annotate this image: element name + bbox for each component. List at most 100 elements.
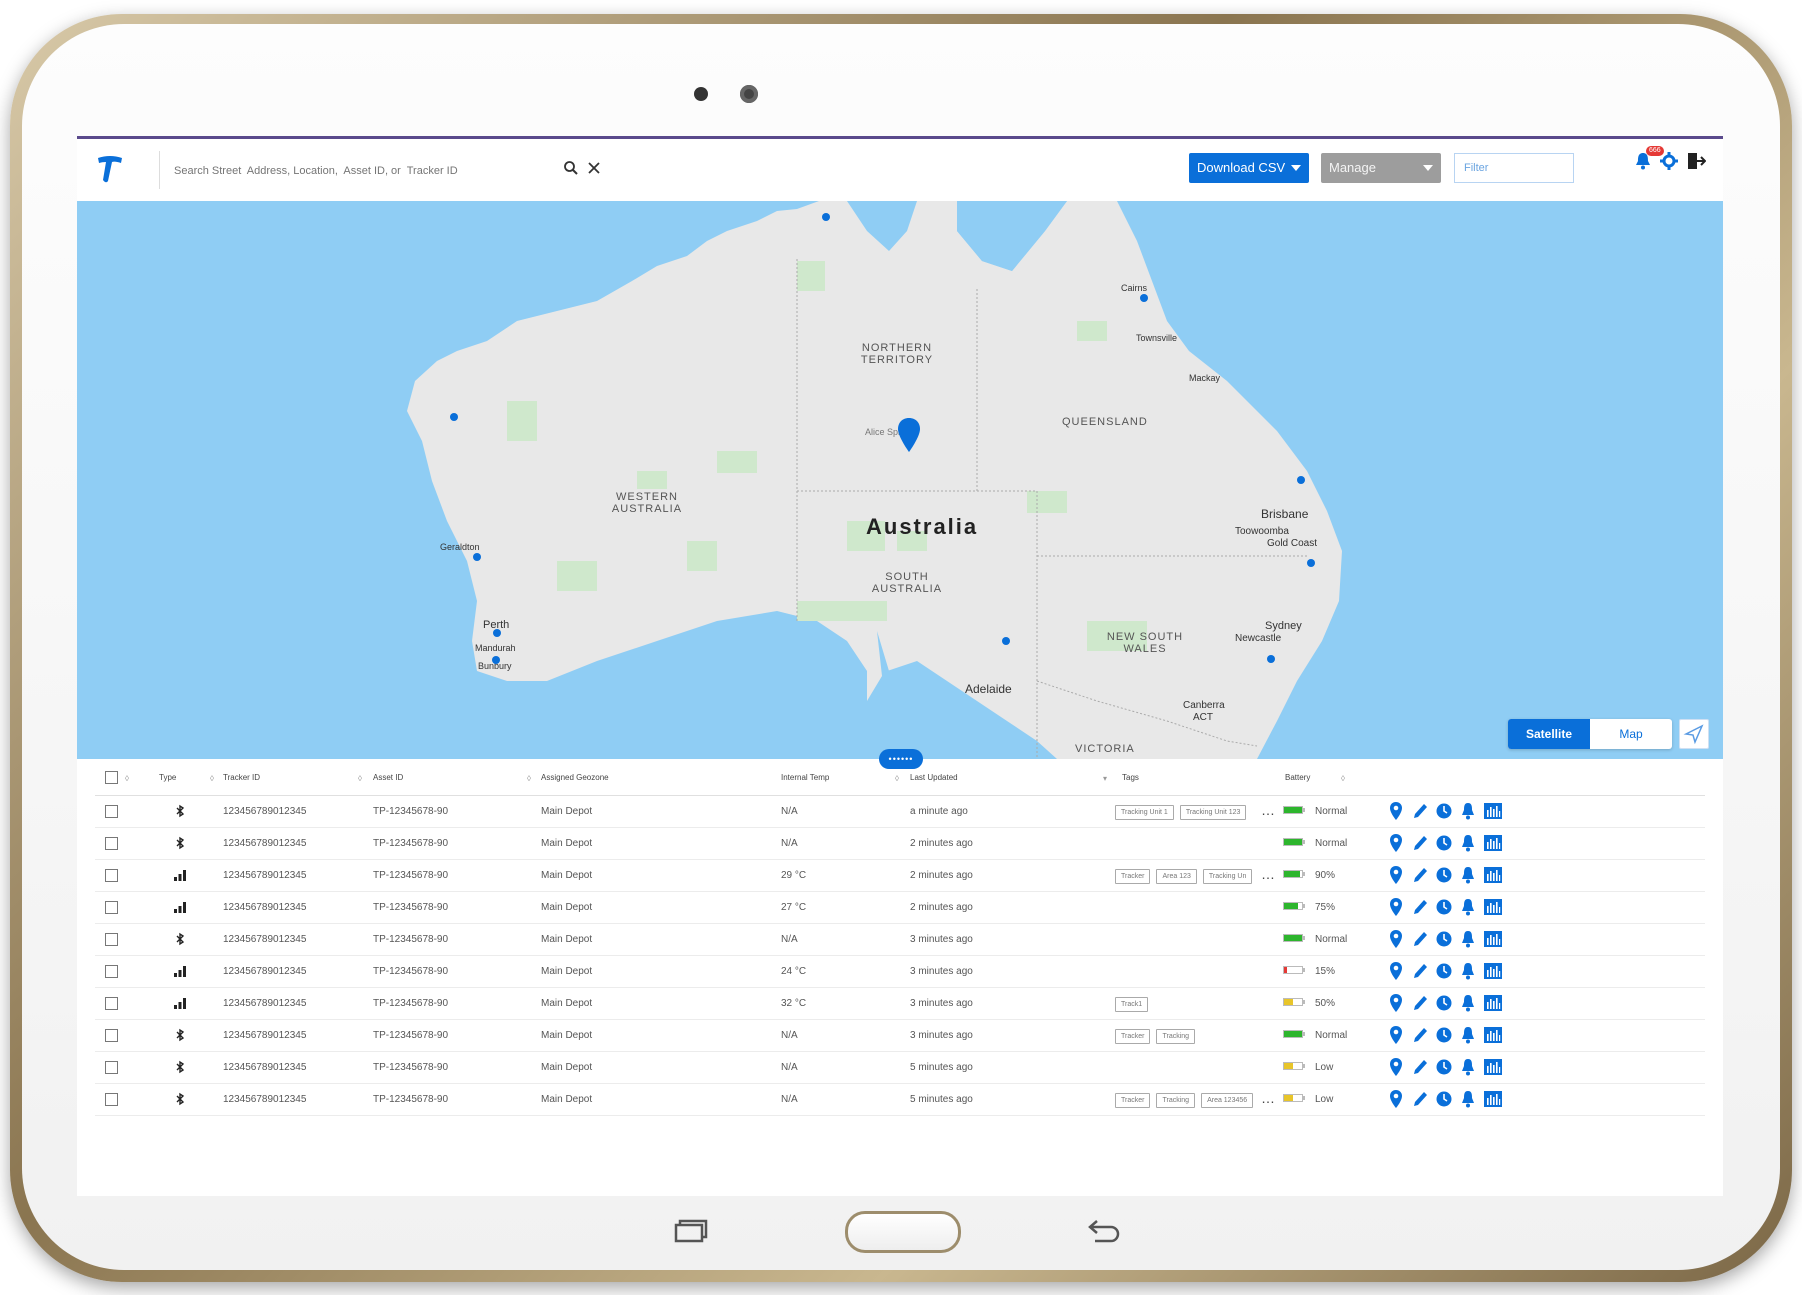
location-pin-icon[interactable] (1387, 993, 1407, 1013)
alert-bell-icon[interactable] (1459, 961, 1479, 981)
history-clock-icon[interactable] (1435, 801, 1455, 821)
map-view[interactable]: NORTHERN TERRITORY QUEENSLAND WESTERN AU… (77, 201, 1723, 759)
edit-pencil-icon[interactable] (1411, 865, 1431, 885)
tag-chip[interactable]: Track1 (1115, 997, 1149, 1012)
tracker-marker[interactable] (450, 413, 458, 421)
settings-button[interactable] (1660, 149, 1682, 173)
more-tags-icon[interactable]: … (1261, 1090, 1275, 1106)
chart-bars-icon[interactable] (1483, 929, 1503, 949)
home-button[interactable] (845, 1211, 961, 1253)
history-clock-icon[interactable] (1435, 929, 1455, 949)
chart-bars-icon[interactable] (1483, 961, 1503, 981)
chart-bars-icon[interactable] (1483, 801, 1503, 821)
alert-bell-icon[interactable] (1459, 1057, 1479, 1077)
edit-pencil-icon[interactable] (1411, 801, 1431, 821)
alert-bell-icon[interactable] (1459, 897, 1479, 917)
row-checkbox[interactable] (105, 869, 118, 882)
alert-bell-icon[interactable] (1459, 1089, 1479, 1109)
search-input[interactable] (160, 151, 576, 191)
edit-pencil-icon[interactable] (1411, 961, 1431, 981)
chart-bars-icon[interactable] (1483, 993, 1503, 1013)
tracker-marker[interactable] (1307, 559, 1315, 567)
history-clock-icon[interactable] (1435, 961, 1455, 981)
my-location-button[interactable] (1679, 719, 1709, 749)
table-row[interactable]: 123456789012345 TP-12345678-90 Main Depot N… (95, 1020, 1705, 1052)
column-header[interactable]: Type (159, 773, 176, 782)
table-row[interactable]: 123456789012345 TP-12345678-90 Main Depot N… (95, 796, 1705, 828)
logout-button[interactable] (1686, 149, 1708, 173)
chart-bars-icon[interactable] (1483, 833, 1503, 853)
chart-bars-icon[interactable] (1483, 1057, 1503, 1077)
sort-icon[interactable]: ◊ (125, 774, 129, 783)
edit-pencil-icon[interactable] (1411, 1025, 1431, 1045)
sort-icon[interactable]: ◊ (527, 774, 531, 783)
table-row[interactable]: 123456789012345 TP-12345678-90 Main Depot N… (95, 1084, 1705, 1116)
back-icon[interactable] (1087, 1217, 1123, 1243)
column-header[interactable]: Asset ID (373, 773, 403, 782)
sort-icon[interactable]: ◊ (358, 774, 362, 783)
sort-icon[interactable]: ◊ (210, 774, 214, 783)
manage-dropdown[interactable]: Manage (1321, 153, 1441, 183)
download-csv-button[interactable]: Download CSV (1189, 153, 1309, 183)
tracker-marker[interactable] (1297, 476, 1305, 484)
row-checkbox[interactable] (105, 997, 118, 1010)
sort-icon[interactable]: ◊ (1341, 774, 1345, 783)
satellite-button[interactable]: Satellite (1508, 719, 1590, 749)
tag-chip[interactable]: Tracking Unit 1 (1115, 805, 1174, 820)
history-clock-icon[interactable] (1435, 897, 1455, 917)
chart-bars-icon[interactable] (1483, 1089, 1503, 1109)
tag-chip[interactable]: Tracker (1115, 1029, 1151, 1044)
tracker-marker[interactable] (1267, 655, 1275, 663)
tracker-marker[interactable] (492, 656, 500, 664)
chart-bars-icon[interactable] (1483, 897, 1503, 917)
location-pin-icon[interactable] (1387, 1057, 1407, 1077)
location-pin-icon[interactable] (1387, 1025, 1407, 1045)
filter-input[interactable]: Filter (1454, 153, 1574, 183)
history-clock-icon[interactable] (1435, 1025, 1455, 1045)
history-clock-icon[interactable] (1435, 1057, 1455, 1077)
table-row[interactable]: 123456789012345 TP-12345678-90 Main Depot 2… (95, 956, 1705, 988)
table-row[interactable]: 123456789012345 TP-12345678-90 Main Depot N… (95, 828, 1705, 860)
tracker-marker[interactable] (822, 213, 830, 221)
tag-chip[interactable]: Tracking (1156, 1029, 1196, 1044)
alert-bell-icon[interactable] (1459, 865, 1479, 885)
table-row[interactable]: 123456789012345 TP-12345678-90 Main Depot N… (95, 924, 1705, 956)
column-header[interactable]: Tracker ID (223, 773, 260, 782)
resize-handle[interactable]: •••••• (879, 749, 923, 769)
alert-bell-icon[interactable] (1459, 1025, 1479, 1045)
location-pin-icon[interactable] (1387, 961, 1407, 981)
tracker-marker[interactable] (1002, 637, 1010, 645)
row-checkbox[interactable] (105, 1061, 118, 1074)
column-header[interactable]: Tags (1122, 773, 1139, 782)
edit-pencil-icon[interactable] (1411, 833, 1431, 853)
location-pin-icon[interactable] (1387, 929, 1407, 949)
table-row[interactable]: 123456789012345 TP-12345678-90 Main Depot 2… (95, 860, 1705, 892)
more-tags-icon[interactable]: … (1261, 802, 1275, 818)
clear-icon[interactable] (587, 161, 601, 175)
location-pin-icon[interactable] (1387, 833, 1407, 853)
chart-bars-icon[interactable] (1483, 1025, 1503, 1045)
edit-pencil-icon[interactable] (1411, 1089, 1431, 1109)
alert-bell-icon[interactable] (1459, 929, 1479, 949)
table-row[interactable]: 123456789012345 TP-12345678-90 Main Depot 2… (95, 892, 1705, 924)
selected-location-pin-icon[interactable] (897, 418, 921, 452)
edit-pencil-icon[interactable] (1411, 1057, 1431, 1077)
location-pin-icon[interactable] (1387, 801, 1407, 821)
chart-bars-icon[interactable] (1483, 865, 1503, 885)
tag-chip[interactable]: Area 123 (1156, 869, 1197, 884)
row-checkbox[interactable] (105, 1029, 118, 1042)
edit-pencil-icon[interactable] (1411, 897, 1431, 917)
sort-icon[interactable]: ◊ (895, 774, 899, 783)
history-clock-icon[interactable] (1435, 993, 1455, 1013)
location-pin-icon[interactable] (1387, 897, 1407, 917)
alert-bell-icon[interactable] (1459, 801, 1479, 821)
tag-chip[interactable]: Tracking (1156, 1093, 1196, 1108)
column-header[interactable]: Assigned Geozone (541, 773, 609, 782)
recent-apps-icon[interactable] (672, 1219, 708, 1243)
tracker-marker[interactable] (473, 553, 481, 561)
alert-bell-icon[interactable] (1459, 993, 1479, 1013)
column-header[interactable]: Last Updated (910, 773, 958, 782)
row-checkbox[interactable] (105, 933, 118, 946)
more-tags-icon[interactable]: … (1261, 866, 1275, 882)
edit-pencil-icon[interactable] (1411, 929, 1431, 949)
